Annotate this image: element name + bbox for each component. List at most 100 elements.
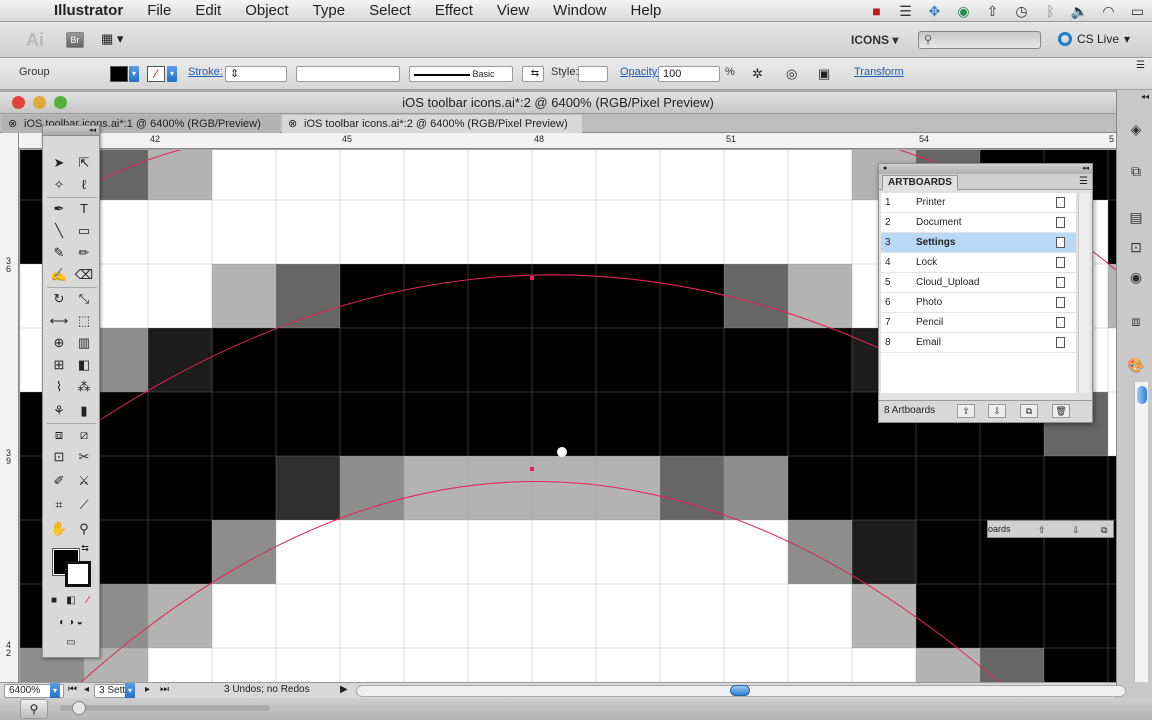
minimize-window-button[interactable] (33, 96, 46, 109)
stroke-weight-field[interactable]: ⇕ (225, 66, 287, 82)
stroke-dropdown[interactable]: ▾ (167, 66, 177, 82)
status-menu-arrow-icon[interactable]: ▶ (340, 684, 348, 695)
direct-selection-tool-icon[interactable]: ⇱ (73, 153, 95, 173)
artboard-options-icon[interactable] (1056, 337, 1065, 348)
none-mode-icon[interactable]: ⁄ (81, 594, 95, 608)
free-transform-tool-icon[interactable]: ⬚ (73, 311, 95, 331)
crop-area-tool-icon[interactable]: ⌗ (48, 495, 70, 515)
align-options-icon[interactable]: ▣ (818, 66, 830, 82)
creative-cloud-icon[interactable]: ◉ (949, 3, 978, 20)
artboard-nav-dropdown[interactable]: ▾ (125, 683, 135, 699)
artboard-options-icon[interactable] (1056, 217, 1065, 228)
variable-width-field[interactable] (296, 66, 400, 82)
artboards-tab[interactable]: ARTBOARDS (882, 175, 958, 190)
horizontal-scroll-thumb[interactable] (730, 685, 750, 696)
pencil-tool-icon[interactable]: ✏ (73, 243, 95, 263)
menu-app-name[interactable]: Illustrator (42, 2, 135, 19)
artboard-row-settings[interactable]: 3 Settings (881, 233, 1076, 253)
menu-edit[interactable]: Edit (183, 2, 233, 19)
screen-mode-icon[interactable]: ▭ (57, 636, 85, 650)
color-panel-icon[interactable]: 🎨 (1127, 356, 1145, 374)
symbol-sprayer-tool-icon[interactable]: ⚘ (48, 401, 70, 421)
column-graph-tool-icon[interactable]: ▮ (73, 401, 95, 421)
fill-swatch[interactable] (110, 66, 128, 82)
perspective-grid-tool-icon[interactable]: ▥ (73, 333, 95, 353)
recolor-artwork-icon[interactable]: ✲ (752, 66, 763, 82)
artboards-panel-icon[interactable]: ⧉ (1127, 162, 1145, 180)
delete-artboard-icon[interactable]: 🗑 (1052, 404, 1070, 418)
knife-alt-tool-icon[interactable]: ⟋ (73, 495, 95, 515)
artboard-tool-icon[interactable]: ⧈ (48, 425, 70, 445)
graphic-style-options-icon[interactable]: ⇆ (522, 66, 544, 82)
eyedropper-alt-icon[interactable]: ✐ (48, 471, 70, 491)
control-bar-menu-icon[interactable]: ☰ (1136, 60, 1145, 71)
battery-icon[interactable]: ▭ (1123, 3, 1152, 20)
artboard-row-email[interactable]: 8 Email (881, 333, 1076, 353)
type-tool-icon[interactable]: T (73, 199, 95, 219)
rotate-tool-icon[interactable]: ↻ (48, 289, 70, 309)
zoom-slider[interactable] (60, 705, 270, 711)
previous-artboard-icon[interactable]: ◂ (84, 684, 89, 695)
opacity-link[interactable]: Opacity: (620, 66, 660, 78)
selection-outline-icon[interactable]: ⊡ (48, 447, 70, 467)
anchor-point[interactable] (530, 276, 534, 280)
list-icon[interactable]: ☰ (891, 3, 920, 20)
cs-live-button[interactable]: CS Live ▾ (1058, 32, 1130, 46)
gradient-mode-icon[interactable]: ◧ (64, 594, 78, 608)
eyedropper-tool-icon[interactable]: ⌇ (48, 377, 70, 397)
rearrange-up-icon[interactable]: ⇧ (957, 404, 975, 418)
slice-tool-icon[interactable]: ⧄ (73, 425, 95, 445)
menu-help[interactable]: Help (619, 2, 674, 19)
artboard-options-icon[interactable] (1056, 237, 1065, 248)
swap-fill-stroke-icon[interactable]: ⇆ (79, 542, 91, 554)
help-search-input[interactable]: ⚲ (918, 31, 1041, 49)
scale-tool-icon[interactable]: ⤡ (73, 289, 95, 309)
knife-tool-icon[interactable]: ⚔ (73, 471, 95, 491)
rearrange-up-icon[interactable]: ⇧ (1038, 522, 1046, 538)
fill-dropdown[interactable]: ▾ (129, 66, 139, 82)
rectangle-tool-icon[interactable]: ▭ (73, 221, 95, 241)
vertical-scroll-thumb[interactable] (1137, 386, 1147, 404)
blob-brush-tool-icon[interactable]: ✍ (48, 265, 70, 285)
artboard-options-icon[interactable] (1056, 257, 1065, 268)
vertical-scrollbar[interactable] (1134, 382, 1148, 682)
document-tab-2[interactable]: ⊗ iOS toolbar icons.ai*:2 @ 6400% (RGB/P… (282, 115, 582, 133)
menu-select[interactable]: Select (357, 2, 423, 19)
upload-icon[interactable]: ⇧ (978, 3, 1007, 20)
artboard-row-printer[interactable]: 1 Printer (881, 193, 1076, 213)
expand-dock-icon[interactable]: ◂◂ (1141, 92, 1149, 101)
selection-tool-icon[interactable]: ➤ (48, 153, 70, 173)
lasso-tool-icon[interactable]: ℓ (73, 175, 95, 195)
horizontal-ruler[interactable]: 42 45 48 51 54 5 (19, 133, 1116, 149)
align-panel-icon[interactable]: ▤ (1127, 208, 1145, 226)
layers-panel-icon[interactable]: ◈ (1127, 120, 1145, 138)
gradient-tool-icon[interactable]: ◧ (73, 355, 95, 375)
time-machine-icon[interactable]: ◷ (1007, 3, 1036, 20)
first-artboard-icon[interactable]: ⏮ (68, 684, 77, 695)
menu-file[interactable]: File (135, 2, 183, 19)
artboard-row-document[interactable]: 2 Document (881, 213, 1076, 233)
rearrange-down-icon[interactable]: ⇩ (988, 404, 1006, 418)
paintbrush-tool-icon[interactable]: ✎ (48, 243, 70, 263)
last-artboard-icon[interactable]: ⏭ (160, 684, 169, 695)
stroke-link[interactable]: Stroke: (188, 66, 223, 78)
appearance-panel-icon[interactable]: ◉ (1127, 268, 1145, 286)
volume-icon[interactable]: 🔈 (1065, 3, 1094, 20)
zoom-tool-icon[interactable]: ⚲ (73, 519, 95, 539)
menu-type[interactable]: Type (301, 2, 358, 19)
close-window-button[interactable] (12, 96, 25, 109)
line-tool-icon[interactable]: ╲ (48, 221, 70, 241)
menu-view[interactable]: View (485, 2, 541, 19)
mesh-tool-icon[interactable]: ⊞ (48, 355, 70, 375)
tools-panel-header[interactable]: ◂◂ (43, 126, 99, 136)
artboard-options-icon[interactable] (1056, 317, 1065, 328)
zoom-dropdown[interactable]: ▾ (50, 683, 60, 699)
zoom-window-button[interactable] (54, 96, 67, 109)
artboard-row-cloud-upload[interactable]: 5 Cloud_Upload (881, 273, 1076, 293)
rearrange-down-icon[interactable]: ⇩ (1072, 522, 1080, 538)
stroke-color-box[interactable] (65, 561, 91, 587)
pen-tool-icon[interactable]: ✒ (48, 199, 70, 219)
eraser-tool-icon[interactable]: ⌫ (73, 265, 95, 285)
red-square-icon[interactable]: ■ (862, 3, 891, 19)
artboard-row-pencil[interactable]: 7 Pencil (881, 313, 1076, 333)
